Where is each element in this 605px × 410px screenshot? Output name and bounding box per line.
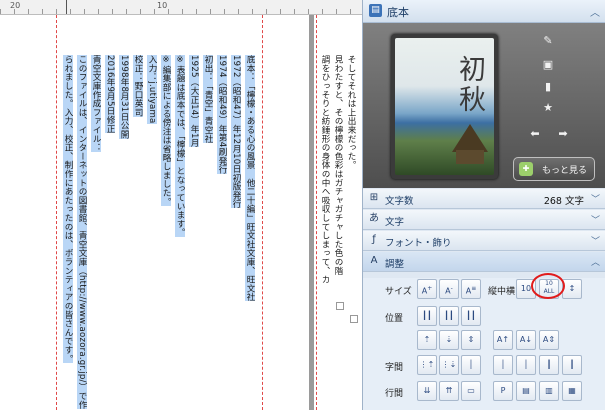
text-column[interactable]: 底本：「檸檬・ある心の風景 他二十編」旺文社文庫、旺文社 (245, 55, 255, 302)
cover-image: 初 秋 (395, 38, 494, 175)
document-page[interactable]: 底本：「檸檬・ある心の風景 他二十編」旺文社文庫、旺文社 1972（昭和47）年… (0, 15, 309, 410)
line-spacing-label: 行間 (385, 389, 404, 399)
side-panel: ▤ 底本 ︿ 初 秋 ✎ ▣ ▮ ★ ⬅ ➡ ✚ もっと見る ⊞ 文字数 268… (362, 0, 605, 410)
position-label: 位置 (385, 314, 404, 324)
chevron-up-icon[interactable]: ︿ (590, 4, 600, 19)
ruler-indent-marker[interactable] (66, 0, 67, 14)
document-page[interactable]: そしてそれは上出来だった。 見わたすと、その檸檬の色彩はガチャガチャした色の階 … (314, 15, 362, 410)
section-characters[interactable]: あ 文字 ﹀ (363, 210, 605, 230)
tatechuyoko-rotate-button[interactable]: ↕ (562, 279, 582, 299)
section-font-decoration[interactable]: ƒ フォント・飾り ﹀ (363, 231, 605, 251)
pencil-icon[interactable]: ✎ (541, 34, 555, 48)
cover-thumbnail[interactable]: 初 秋 (391, 34, 498, 179)
size-label: サイズ (385, 287, 412, 297)
image-icon[interactable]: ▣ (541, 58, 555, 72)
text-column[interactable]: 調をひっそりと紡錘形の身体の中へ吸収してしまって、カ (320, 55, 330, 284)
character-count-value: 268 文字 (543, 196, 584, 207)
panel-header[interactable]: ▤ 底本 ︿ (363, 0, 605, 23)
annotation-circle (531, 273, 565, 299)
align-bottom-button[interactable]: ┃┃ (461, 306, 481, 326)
margin-guide-line (56, 15, 57, 410)
chevron-down-icon[interactable]: ﹀ (591, 213, 600, 226)
adjust-body: サイズ A+ A- A≡ 縦中横 10 10 ALL ↕ 位置 ┃┃ ┃┃ ┃┃… (363, 278, 605, 410)
char-spacing-option-button[interactable]: │ (516, 355, 536, 375)
align-center-button[interactable]: ┃┃ (439, 306, 459, 326)
text-column[interactable]: 入力：j.utiyama (147, 55, 157, 124)
margin-guide-line (316, 15, 317, 410)
text-column[interactable]: ※表題は底本では、「檸檬」となっています。 (175, 55, 185, 237)
font-icon: ƒ (372, 234, 376, 245)
line-spacing-narrow-button[interactable]: ⇊ (417, 381, 437, 401)
shift-char-up-button[interactable]: A↑ (493, 330, 513, 350)
book-icon: ▤ (369, 4, 382, 17)
char-spacing-option-button[interactable]: │ (493, 355, 513, 375)
text-column[interactable]: られました。入力、校正、制作にあたったのは、ボランティアの皆さんです。 (63, 55, 73, 363)
text-column[interactable]: 見わたすと、その檸檬の色彩はガチャガチャした色の階 (333, 55, 343, 275)
text-column[interactable]: 初出：「青空」青空社 (203, 55, 213, 143)
line-spacing-option-button[interactable]: ▦ (562, 381, 582, 401)
more-icon: ✚ (519, 162, 533, 176)
shift-down-button[interactable]: ⇣ (439, 330, 459, 350)
line-spacing-reset-button[interactable]: ▭ (461, 381, 481, 401)
trash-icon[interactable]: ▮ (541, 80, 555, 94)
line-spacing-wide-button[interactable]: ⇈ (439, 381, 459, 401)
arrow-left-icon[interactable]: ⬅ (528, 127, 542, 141)
text-column[interactable]: 1998年8月31日公開 (119, 55, 129, 139)
line-spacing-option-button[interactable]: ▤ (516, 381, 536, 401)
text-column[interactable]: 青空文庫作成ファイル： (91, 55, 101, 152)
ruler: 20 10 (0, 0, 362, 15)
return-mark-icon (350, 315, 358, 323)
cabin-roof-shape (452, 124, 488, 152)
font-size-up-button[interactable]: A+ (417, 279, 437, 299)
moji-icon: あ (369, 213, 379, 224)
cover-title: 秋 (459, 85, 486, 116)
text-column[interactable]: 2016年9月5日修正 (105, 55, 115, 134)
text-column[interactable]: そしてそれは上出来だった。 (346, 55, 356, 169)
text-column[interactable]: このファイルは、インターネットの図書館、青空文庫（http://www.aozo… (77, 55, 87, 410)
shift-up-button[interactable]: ⇡ (417, 330, 437, 350)
cover-preview: 初 秋 ✎ ▣ ▮ ★ ⬅ ➡ ✚ もっと見る (363, 23, 605, 188)
ruler-number: 10 (157, 1, 168, 10)
show-more-button[interactable]: ✚ もっと見る (513, 157, 595, 181)
align-top-button[interactable]: ┃┃ (417, 306, 437, 326)
chevron-down-icon[interactable]: ﹀ (591, 192, 600, 205)
count-icon: ⊞ (369, 192, 379, 203)
arrow-right-icon[interactable]: ➡ (556, 127, 570, 141)
margin-guide-line (262, 15, 263, 410)
return-mark-icon (336, 302, 344, 310)
line-spacing-paragraph-button[interactable]: P (493, 381, 513, 401)
text-column[interactable]: ※編集部による傍注は省略しました。 (161, 55, 171, 206)
char-spacing-option-button[interactable]: ┃ (539, 355, 559, 375)
font-size-down-button[interactable]: A- (439, 279, 459, 299)
section-adjust[interactable]: A 調整 ︿ (363, 252, 605, 272)
char-spacing-narrow-button[interactable]: ⋮⇡ (417, 355, 437, 375)
char-spacing-wide-button[interactable]: ⋮⇣ (439, 355, 459, 375)
text-column[interactable]: 校正：野口英司 (133, 55, 143, 117)
text-column[interactable]: 1974（昭和49）年第4刷発行 (217, 55, 227, 174)
text-column[interactable]: 1925（大正14）年1月 (189, 55, 199, 148)
panel-title: 底本 (387, 6, 409, 19)
shift-reset-button[interactable]: ⇕ (461, 330, 481, 350)
char-spacing-reset-button[interactable]: │ (461, 355, 481, 375)
chevron-up-icon[interactable]: ︿ (591, 255, 600, 268)
cabin-base-shape (456, 150, 484, 164)
app-window: 20 10 底本：「檸檬・ある心の風景 他二十編」旺文社文庫、旺文社 1972（… (0, 0, 605, 410)
char-spacing-label: 字間 (385, 363, 404, 373)
shift-char-reset-button[interactable]: A⇕ (539, 330, 559, 350)
char-spacing-option-button[interactable]: ┃ (562, 355, 582, 375)
tatechuyoko-label: 縦中横 (488, 287, 516, 297)
chevron-down-icon[interactable]: ﹀ (591, 234, 600, 247)
ruler-number: 20 (10, 1, 21, 10)
section-character-count[interactable]: ⊞ 文字数 268 文字 ﹀ (363, 189, 605, 209)
line-spacing-option-button[interactable]: ▥ (539, 381, 559, 401)
shift-char-down-button[interactable]: A↓ (516, 330, 536, 350)
font-size-reset-button[interactable]: A≡ (461, 279, 481, 299)
adjust-icon: A (370, 255, 378, 266)
star-icon[interactable]: ★ (541, 101, 555, 115)
text-column[interactable]: 1972（昭和47）年12月10日初版発行 (231, 55, 241, 209)
